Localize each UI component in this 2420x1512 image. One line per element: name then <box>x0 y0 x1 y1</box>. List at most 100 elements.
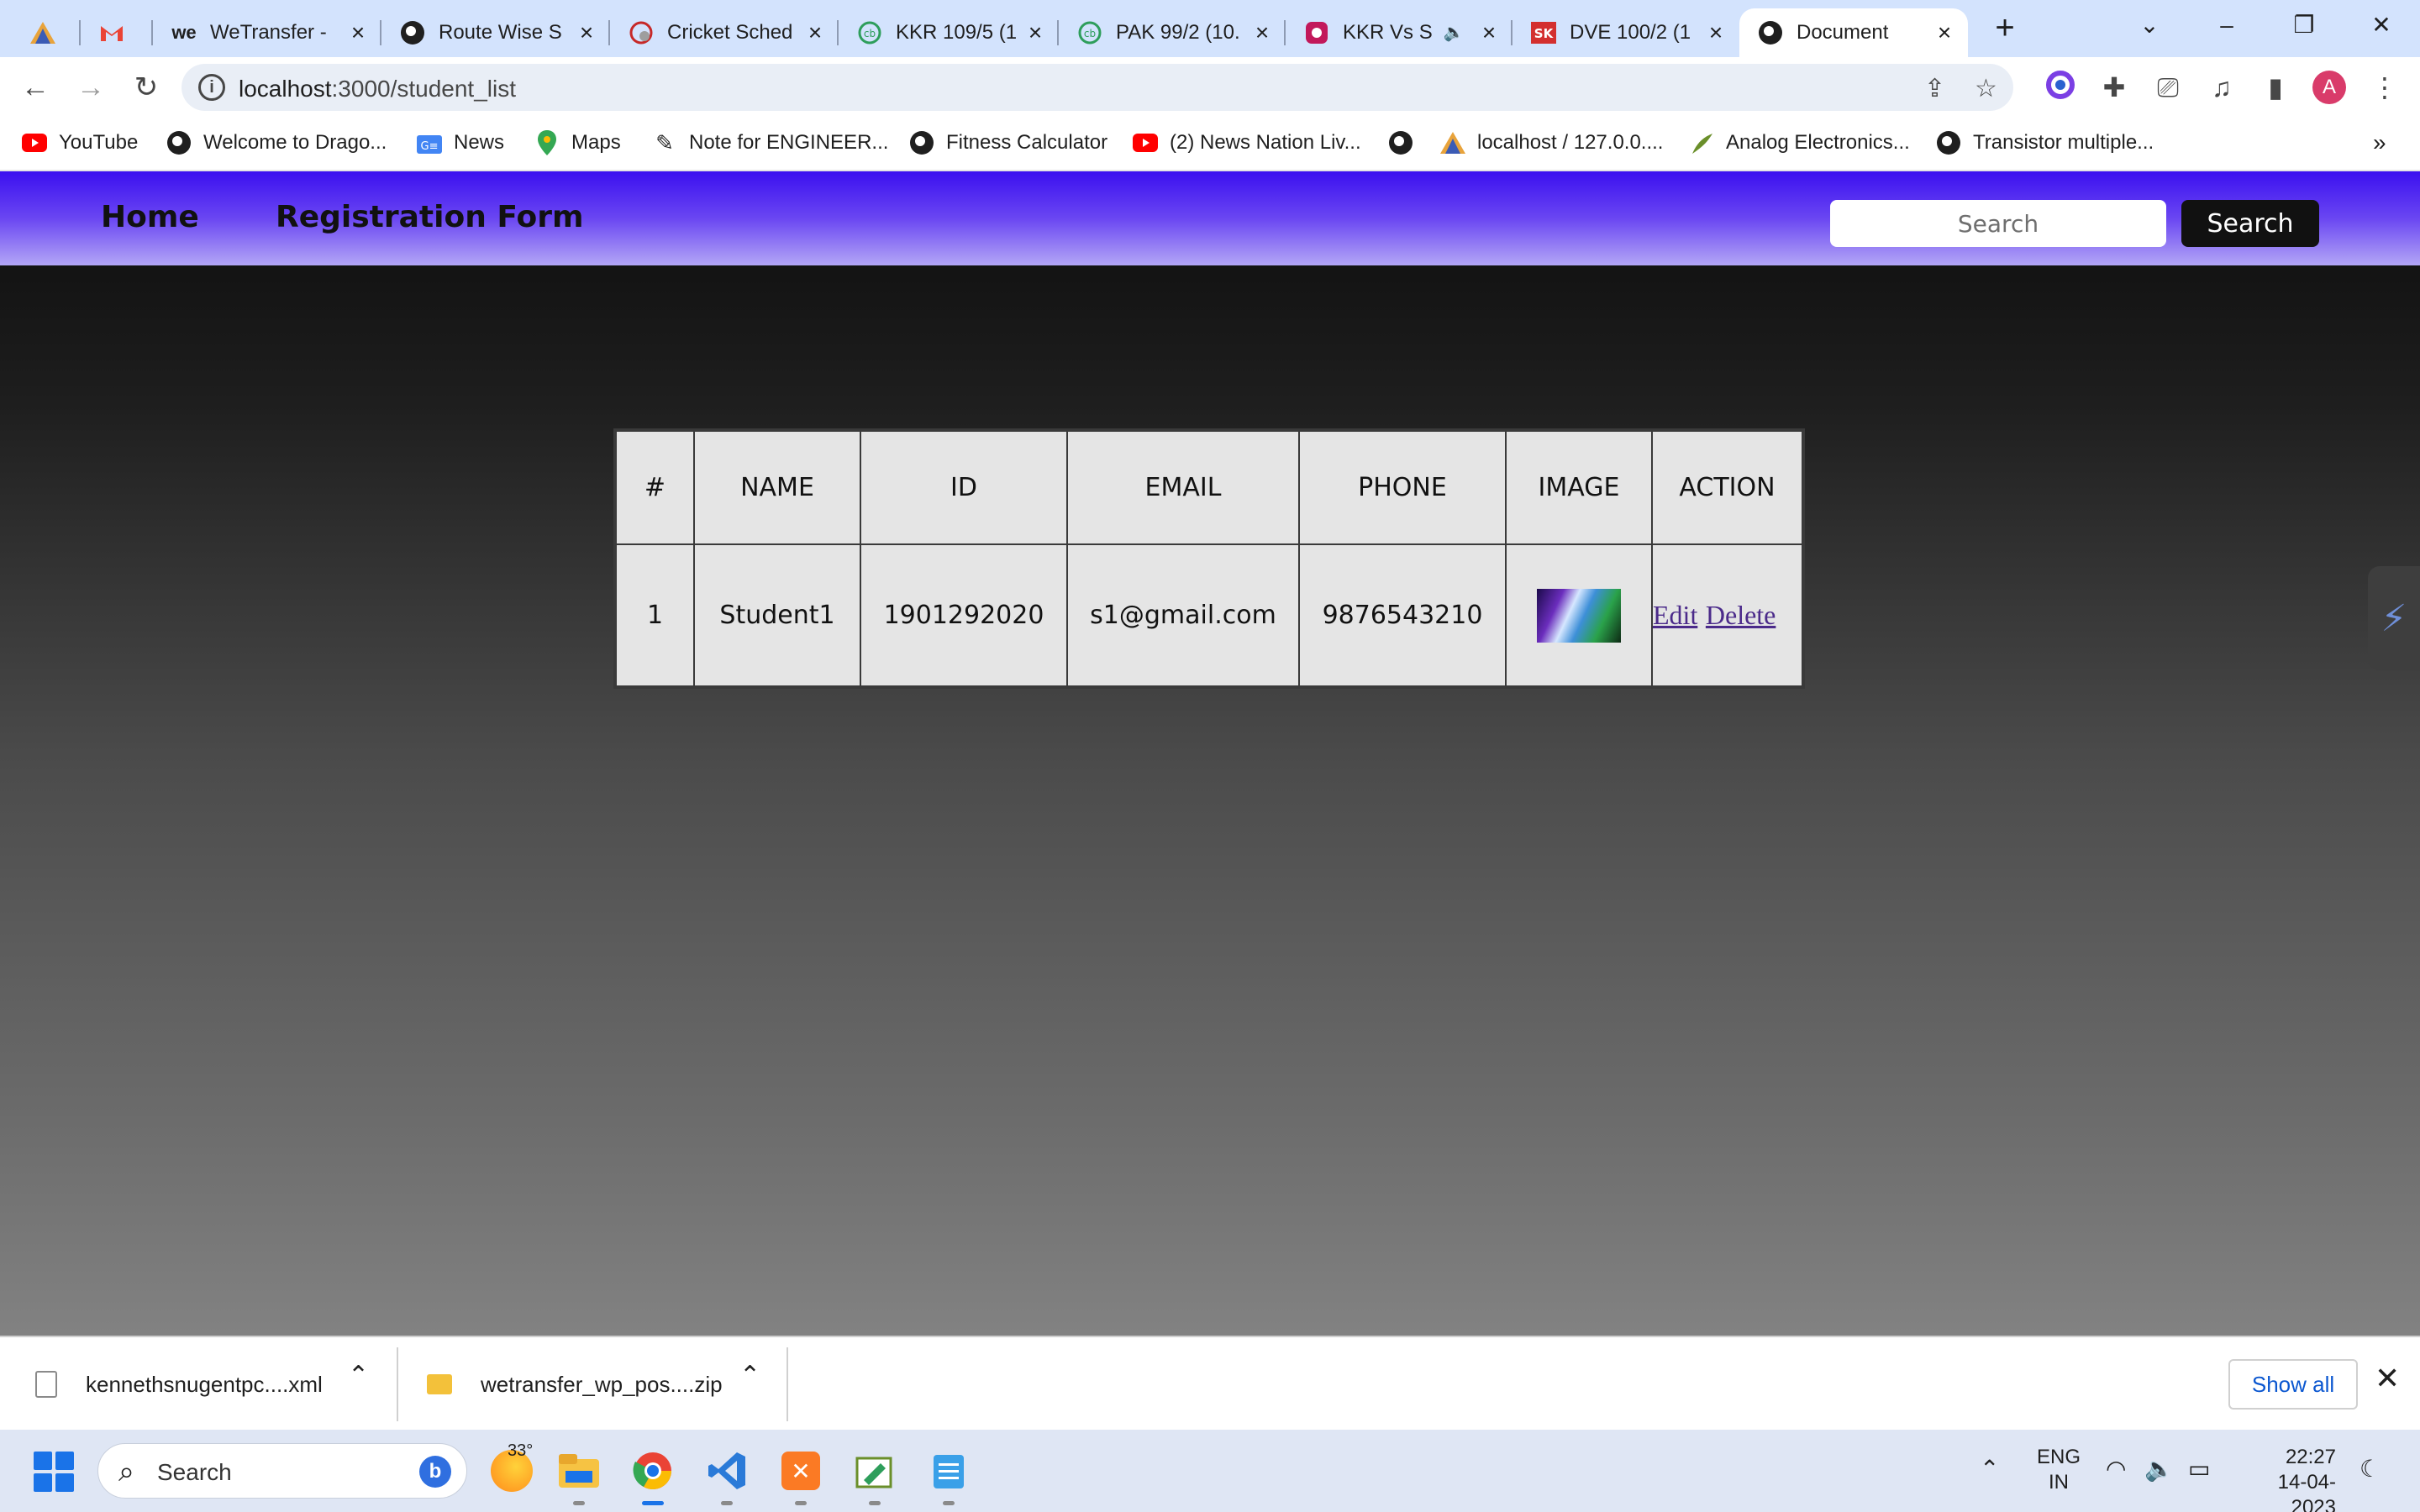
taskbar-search[interactable]: ⌕ Search b <box>97 1443 467 1499</box>
more-bookmarks-icon[interactable]: » <box>2373 128 2386 158</box>
close-icon[interactable]: × <box>346 21 370 45</box>
bookmark-youtube[interactable]: YouTube <box>22 128 138 158</box>
paint-icon[interactable] <box>850 1446 899 1505</box>
address-bar[interactable]: i localhost:3000/student_list ⇪ ☆ <box>182 64 2013 111</box>
speaker-icon[interactable]: 🔈 <box>1442 21 1465 45</box>
url-text[interactable]: localhost:3000/student_list <box>239 76 516 102</box>
tab-pma[interactable] <box>12 8 81 57</box>
bookmark-news-nation[interactable]: (2) News Nation Liv... <box>1133 128 1361 158</box>
student-image <box>1537 588 1621 643</box>
show-all-button[interactable]: Show all <box>2228 1359 2358 1410</box>
battery-icon[interactable]: ▭ <box>2188 1455 2210 1483</box>
bookmark-news[interactable]: G≡ News <box>417 128 504 158</box>
search-input[interactable] <box>1830 200 2166 247</box>
chevron-up-icon[interactable]: ⌃ <box>1980 1455 1999 1483</box>
notification-icon[interactable]: ☾ <box>2360 1455 2381 1483</box>
windows-taskbar: ⌕ Search b 33° ✕ ⌃ ENG IN ◠ 🔈 ▭ 22:27 14… <box>0 1430 2420 1512</box>
vscode-icon[interactable] <box>702 1446 751 1505</box>
pma-icon <box>30 20 55 45</box>
tab-cricket[interactable]: Cricket Sched × <box>610 8 839 57</box>
edit-link[interactable]: Edit <box>1653 600 1697 630</box>
profile-avatar[interactable]: A <box>2312 71 2346 104</box>
tab-gmail[interactable] <box>81 8 153 57</box>
minimize-icon[interactable]: – <box>2202 8 2252 42</box>
tab-search-icon[interactable]: ⌄ <box>2124 8 2175 42</box>
media-control-icon[interactable]: ♫ <box>2205 71 2238 104</box>
bing-icon[interactable]: b <box>419 1456 451 1488</box>
clock[interactable]: 22:27 14-04-2023 <box>2235 1445 2336 1512</box>
cast-icon[interactable]: ⎚ <box>2151 71 2185 104</box>
forward-icon[interactable]: → <box>72 69 109 106</box>
globe-icon <box>1758 20 1783 45</box>
bookmark-label: Welcome to Drago... <box>203 131 387 154</box>
restore-icon[interactable]: ❐ <box>2279 8 2329 42</box>
column-header: PHONE <box>1298 429 1507 545</box>
bookmark-analog[interactable]: Analog Electronics... <box>1689 128 1910 158</box>
student-email: s1@gmail.com <box>1066 543 1300 688</box>
close-icon[interactable]: × <box>1704 21 1728 45</box>
table-header-row: # NAME ID EMAIL PHONE IMAGE ACTION <box>614 429 1804 545</box>
reload-icon[interactable]: ↻ <box>128 69 165 106</box>
download-shelf: kennethsnugentpc....xml ⌃ wetransfer_wp_… <box>0 1336 2420 1430</box>
chevron-up-icon[interactable]: ⌃ <box>739 1361 760 1390</box>
file-explorer-icon[interactable] <box>555 1446 603 1505</box>
bookmark-transistor[interactable]: Transistor multiple... <box>1936 128 2154 158</box>
window-close-icon[interactable]: ✕ <box>2356 8 2407 42</box>
download-item[interactable]: wetransfer_wp_pos....zip <box>427 1352 723 1416</box>
tab-route[interactable]: Route Wise S × <box>381 8 610 57</box>
delete-link[interactable]: Delete <box>1706 600 1776 630</box>
tab-title: Cricket Sched <box>667 21 793 44</box>
back-icon[interactable]: ← <box>17 69 54 106</box>
close-icon[interactable]: × <box>1477 21 1501 45</box>
share-icon[interactable]: ⇪ <box>1924 74 1945 103</box>
close-icon[interactable]: × <box>575 21 598 45</box>
tab-wetransfer[interactable]: we WeTransfer - × <box>153 8 381 57</box>
bookmark-maps[interactable]: Maps <box>534 128 621 158</box>
site-info-icon[interactable]: i <box>198 74 225 101</box>
language-indicator[interactable]: ENG IN <box>2037 1445 2081 1495</box>
side-panel-icon[interactable]: ▮ <box>2259 71 2292 104</box>
close-icon[interactable]: × <box>1933 21 1956 45</box>
chrome-icon[interactable] <box>629 1446 677 1505</box>
region-code: IN <box>2049 1471 2069 1494</box>
bookmark-unnamed[interactable] <box>1388 128 1425 158</box>
close-icon[interactable]: ✕ <box>2375 1361 2400 1396</box>
browser-toolbar: ← → ↻ i localhost:3000/student_list ⇪ ☆ … <box>0 57 2420 116</box>
tab-dve-score[interactable]: SK DVE 100/2 (1 × <box>1512 8 1739 57</box>
wifi-icon[interactable]: ◠ <box>2106 1455 2126 1483</box>
menu-kebab-icon[interactable]: ⋮ <box>2368 71 2402 104</box>
note-icon: ✎ <box>655 129 674 155</box>
tab-document[interactable]: Document × <box>1739 8 1968 57</box>
bookmark-star-icon[interactable]: ☆ <box>1975 74 1997 103</box>
xampp-icon[interactable]: ✕ <box>776 1446 825 1505</box>
volume-icon[interactable]: 🔈 <box>2144 1455 2174 1483</box>
close-icon[interactable]: × <box>803 21 827 45</box>
bookmark-label: Transistor multiple... <box>1973 131 2154 154</box>
maps-pin-icon <box>534 130 560 155</box>
tab-strip: we WeTransfer - × Route Wise S × Cricket… <box>0 0 2420 57</box>
side-extension-icon[interactable]: ⚡ <box>2368 566 2420 670</box>
zip-folder-icon <box>427 1374 452 1394</box>
divider <box>397 1347 398 1421</box>
bookmark-localhost[interactable]: localhost / 127.0.0.... <box>1440 128 1663 158</box>
bookmark-fitness[interactable]: Fitness Calculator <box>909 128 1107 158</box>
close-icon[interactable]: × <box>1023 21 1047 45</box>
color-extension-icon[interactable] <box>2044 71 2077 104</box>
tab-pak-score[interactable]: cb PAK 99/2 (10. × <box>1059 8 1286 57</box>
notepad-icon[interactable] <box>924 1446 973 1505</box>
new-tab-button[interactable]: + <box>1988 11 2022 45</box>
tab-kkr-score[interactable]: cb KKR 109/5 (1 × <box>839 8 1059 57</box>
globe-icon <box>1388 130 1413 155</box>
bookmark-label: News <box>454 131 505 154</box>
download-item[interactable]: kennethsnugentpc....xml <box>35 1352 323 1416</box>
tab-kkr-vs[interactable]: KKR Vs S 🔈 × <box>1286 8 1512 57</box>
nav-registration-link[interactable]: Registration Form <box>276 200 584 234</box>
bookmark-dragon[interactable]: Welcome to Drago... <box>166 128 387 158</box>
bookmark-note-engineer[interactable]: ✎ Note for ENGINEER... <box>652 128 888 158</box>
windows-start-icon[interactable] <box>34 1452 74 1492</box>
chevron-up-icon[interactable]: ⌃ <box>348 1361 369 1390</box>
extensions-icon[interactable]: ✚ <box>2097 71 2131 104</box>
nav-home-link[interactable]: Home <box>101 200 199 234</box>
search-button[interactable]: Search <box>2181 200 2319 247</box>
close-icon[interactable]: × <box>1250 21 1274 45</box>
